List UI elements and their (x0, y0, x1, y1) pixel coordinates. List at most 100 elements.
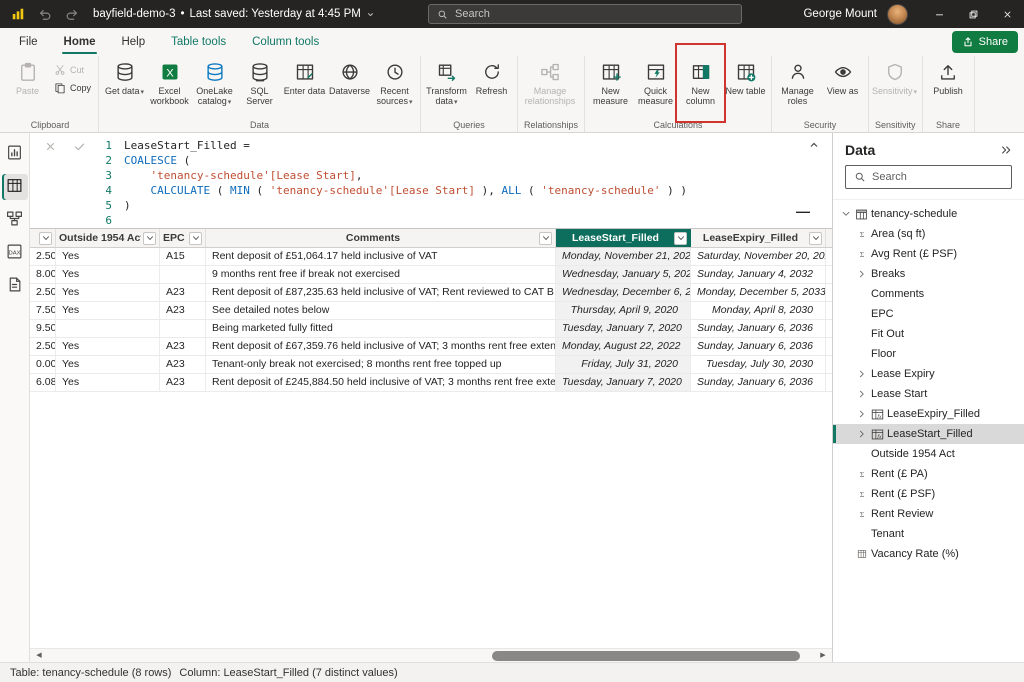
ribbon-button-new-column[interactable]: New column (678, 57, 723, 106)
tree-item-leaseexpiry-filled[interactable]: fxLeaseExpiry_Filled (833, 404, 1024, 424)
tree-item-outside-1954-act[interactable]: Outside 1954 Act (833, 444, 1024, 464)
cell[interactable]: Yes (56, 266, 160, 283)
tree-item-epc[interactable]: EPC (833, 304, 1024, 324)
filter-icon[interactable] (674, 232, 687, 245)
cell[interactable]: 2.50 (30, 284, 56, 301)
cell[interactable]: Friday, July 31, 2020 (556, 356, 691, 373)
tab-home[interactable]: Home (51, 28, 109, 56)
cell[interactable]: Yes (56, 302, 160, 319)
cell[interactable]: Sunday, January 6, 2036 (691, 338, 826, 355)
ribbon-button-dataverse[interactable]: Dataverse (327, 57, 372, 96)
close-button[interactable] (990, 0, 1024, 28)
cell[interactable]: Tuesday, January 7, 2020 (556, 374, 691, 391)
ribbon-button-quick-measure[interactable]: Quick measure (633, 57, 678, 106)
filter-icon[interactable] (189, 232, 202, 245)
chevron-right-icon[interactable] (857, 409, 871, 419)
ribbon-button-new-table[interactable]: New table (723, 57, 768, 96)
cell[interactable]: 8.00 (30, 266, 56, 283)
cell[interactable]: Yes (56, 248, 160, 265)
cell[interactable]: Tuesday, January 7, 2020 (556, 320, 691, 337)
ribbon-button-copy[interactable]: Copy (50, 81, 95, 95)
tree-item-rent-pa[interactable]: ΣRent (£ PA) (833, 464, 1024, 484)
cell[interactable]: Monday, April 8, 2030 (691, 302, 826, 319)
ribbon-button-enter-data[interactable]: Enter data (282, 57, 327, 96)
report-view[interactable] (2, 141, 28, 167)
document-title-menu[interactable]: bayfield-demo-3 • Last saved: Yesterday … (93, 8, 375, 20)
cell[interactable]: 6.08 (30, 374, 56, 391)
table-view[interactable] (2, 174, 28, 200)
tree-item-vacancy-rate[interactable]: Vacancy Rate (%) (833, 544, 1024, 564)
tab-table-tools[interactable]: Table tools (158, 28, 239, 56)
redo-icon[interactable] (60, 2, 84, 26)
global-search-input[interactable] (455, 8, 733, 20)
tree-item-avg-rent-psf[interactable]: ΣAvg Rent (£ PSF) (833, 244, 1024, 264)
cell[interactable]: Wednesday, December 6, 2023 (556, 284, 691, 301)
cell[interactable]: 0.00 (30, 356, 56, 373)
pane-search[interactable] (845, 165, 1012, 189)
scroll-track[interactable] (47, 651, 815, 661)
cell[interactable]: Yes (56, 356, 160, 373)
tree-item-lease-expiry[interactable]: Lease Expiry (833, 364, 1024, 384)
cell[interactable]: Monday, November 21, 2022 (556, 248, 691, 265)
dax-query-view[interactable]: DAX (2, 240, 28, 266)
ribbon-button-excel-workbook[interactable]: XExcel workbook (147, 57, 192, 106)
ribbon-button-cut[interactable]: Cut (50, 63, 88, 77)
chevron-right-icon[interactable] (857, 269, 871, 279)
share-button[interactable]: Share (952, 31, 1018, 53)
tree-item-lease-start[interactable]: Lease Start (833, 384, 1024, 404)
ribbon-button-publish[interactable]: Publish (926, 57, 971, 96)
filter-icon[interactable] (809, 232, 822, 245)
cell[interactable]: Sunday, January 6, 2036 (691, 320, 826, 337)
cell[interactable]: Yes (56, 284, 160, 301)
restore-button[interactable] (956, 0, 990, 28)
accept-icon[interactable] (73, 140, 86, 228)
column-header-leaseexpiry-filled[interactable]: LeaseExpiry_Filled (691, 229, 826, 247)
cell[interactable]: 9 months rent free if break not exercise… (206, 266, 556, 283)
cell[interactable]: A15 (160, 248, 206, 265)
tree-item-fit-out[interactable]: Fit Out (833, 324, 1024, 344)
global-search[interactable] (428, 4, 742, 24)
minimize-button[interactable] (922, 0, 956, 28)
scroll-left-icon[interactable]: ◀ (33, 649, 45, 663)
tree-item-rent-psf[interactable]: ΣRent (£ PSF) (833, 484, 1024, 504)
cell[interactable]: Rent deposit of £51,064.17 held inclusiv… (206, 248, 556, 265)
dax-formula-editor[interactable]: 1LeaseStart_Filled = 2COALESCE (3 'tenan… (100, 138, 687, 228)
column-header-leasestart-filled[interactable]: LeaseStart_Filled (556, 229, 691, 247)
tab-column-tools[interactable]: Column tools (239, 28, 332, 56)
ribbon-button-view-as[interactable]: View as (820, 57, 865, 96)
cell[interactable]: 2.50 (30, 248, 56, 265)
cell[interactable]: Being marketed fully fitted (206, 320, 556, 337)
filter-icon[interactable] (143, 232, 156, 245)
filter-icon[interactable] (539, 232, 552, 245)
cell[interactable]: Rent deposit of £87,235.63 held inclusiv… (206, 284, 556, 301)
pane-search-input[interactable] (872, 171, 1003, 183)
column-header-epc[interactable]: EPC (160, 229, 206, 247)
ribbon-button-onelake-catalog[interactable]: OneLake catalog▾ (192, 57, 237, 108)
cell[interactable]: Yes (56, 374, 160, 391)
tree-item-comments[interactable]: Comments (833, 284, 1024, 304)
column-header-outside-1954-act[interactable]: Outside 1954 Act (56, 229, 160, 247)
ribbon-button-sensitivity[interactable]: Sensitivity▾ (872, 57, 917, 98)
cell[interactable] (56, 320, 160, 337)
cell[interactable]: Sunday, January 4, 2032 (691, 266, 826, 283)
cell[interactable]: Rent deposit of £245,884.50 held inclusi… (206, 374, 556, 391)
cell[interactable]: Saturday, November 20, 2027 (691, 248, 826, 265)
cancel-icon[interactable] (44, 140, 57, 228)
cell[interactable]: See detailed notes below (206, 302, 556, 319)
tree-item-area-sq-ft[interactable]: ΣArea (sq ft) (833, 224, 1024, 244)
ribbon-button-new-measure[interactable]: New measure (588, 57, 633, 106)
scroll-right-icon[interactable]: ▶ (817, 649, 829, 663)
cell[interactable]: 2.50 (30, 338, 56, 355)
chevron-down-icon[interactable] (841, 209, 855, 219)
cell[interactable]: Rent deposit of £67,359.76 held inclusiv… (206, 338, 556, 355)
cell[interactable]: Thursday, April 9, 2020 (556, 302, 691, 319)
cell[interactable]: Tenant-only break not exercised; 8 month… (206, 356, 556, 373)
undo-icon[interactable] (33, 2, 57, 26)
cell[interactable]: A23 (160, 374, 206, 391)
tmdl-view[interactable] (2, 273, 28, 299)
ribbon-button-refresh[interactable]: Refresh (469, 57, 514, 96)
ribbon-button-get-data[interactable]: Get data▾ (102, 57, 147, 98)
cell[interactable] (160, 320, 206, 337)
formula-resize-handle[interactable]: — (796, 206, 810, 216)
cell[interactable]: Monday, August 22, 2022 (556, 338, 691, 355)
